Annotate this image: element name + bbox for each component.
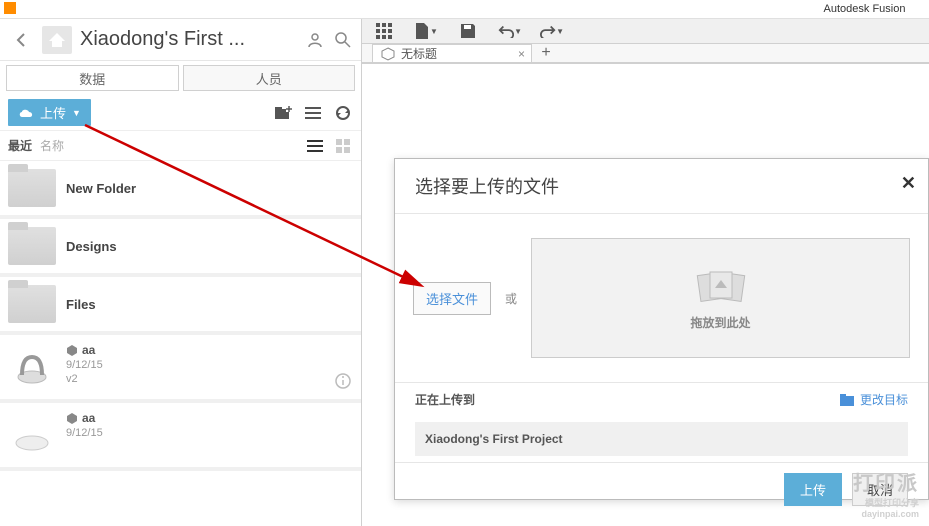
close-icon[interactable]: × — [518, 47, 525, 61]
chevron-down-icon: ▼ — [72, 108, 81, 118]
grid-view-icon[interactable] — [333, 136, 353, 156]
watermark: 打印派 模型打印分享 dayinpai.com — [853, 467, 919, 519]
folder-icon — [8, 285, 56, 323]
tab-people[interactable]: 人员 — [183, 65, 356, 91]
cube-icon — [381, 47, 395, 61]
sort-recent[interactable]: 最近 — [8, 137, 32, 154]
folder-name: Designs — [66, 239, 353, 254]
sort-name[interactable]: 名称 — [40, 137, 64, 154]
ribbon-model[interactable]: 模型 ▼ — [372, 63, 432, 64]
app-title: Autodesk Fusion — [824, 3, 906, 15]
undo-icon[interactable]: ▼ — [498, 19, 522, 43]
ribbon-create[interactable]: Txt 创建 ▼ — [452, 63, 512, 64]
drop-zone-label: 拖放到此处 — [691, 314, 751, 331]
folder-row[interactable]: New Folder — [0, 161, 361, 219]
ribbon: 模型 ▼ Txt 创建 ▼ 修改 ▼ 装配 ▼ 草图 ▼ — [362, 63, 929, 64]
folder-name: New Folder — [66, 181, 353, 196]
dialog-title: 选择要上传的文件 — [415, 177, 559, 197]
watermark-brand: 打印派 — [853, 467, 919, 496]
document-tab[interactable]: 无标题 × — [372, 44, 532, 62]
folder-icon — [8, 169, 56, 207]
item-name-label: aa — [82, 411, 95, 425]
change-target-link[interactable]: 更改目标 — [840, 391, 908, 408]
folder-name: Files — [66, 297, 353, 312]
save-icon[interactable] — [456, 19, 480, 43]
search-icon[interactable] — [333, 30, 353, 50]
item-thumbnail — [8, 343, 56, 391]
add-tab-icon[interactable]: + — [532, 44, 560, 62]
project-title: Xiaodong's First ... — [80, 28, 297, 51]
upload-confirm-button[interactable]: 上传 — [784, 473, 842, 506]
upload-button[interactable]: 上传 ▼ — [8, 99, 91, 126]
item-version: v2 — [66, 373, 325, 385]
people-icon[interactable] — [305, 30, 325, 50]
upload-dialog: 选择要上传的文件 ✕ 选择文件 或 拖放到此处 正在上传到 更改目标 Xiaod… — [394, 158, 929, 500]
ribbon-inspect[interactable]: 检验 ▼ — [752, 63, 812, 64]
close-icon[interactable]: ✕ — [901, 173, 916, 194]
settings-icon[interactable] — [303, 103, 323, 123]
title-bar: Autodesk Fusion — [0, 0, 929, 18]
destination-path: Xiaodong's First Project — [415, 422, 908, 456]
ribbon-sketch[interactable]: 草图 ▼ — [632, 63, 692, 64]
item-date: 9/12/15 — [66, 427, 353, 439]
ribbon-modify[interactable]: 修改 ▼ — [512, 63, 572, 64]
app-icon — [4, 2, 16, 14]
cloud-upload-icon — [18, 107, 34, 119]
uploading-to-label: 正在上传到 — [415, 391, 475, 408]
watermark-sub: 模型打印分享 — [865, 496, 919, 509]
item-thumbnail — [8, 411, 56, 459]
item-date: 9/12/15 — [66, 359, 325, 371]
or-label: 或 — [505, 290, 517, 307]
new-folder-icon[interactable] — [273, 103, 293, 123]
folder-icon — [8, 227, 56, 265]
refresh-icon[interactable] — [333, 103, 353, 123]
cube-icon — [66, 412, 78, 424]
back-button[interactable] — [8, 27, 34, 53]
design-item[interactable]: aa 9/12/15 — [0, 403, 361, 471]
ribbon-assemble[interactable]: 装配 ▼ — [572, 63, 632, 64]
tab-data[interactable]: 数据 — [6, 65, 179, 91]
folder-change-icon — [840, 394, 856, 406]
data-panel: Xiaodong's First ... 数据 人员 上传 ▼ — [0, 19, 362, 526]
grid-menu-icon[interactable] — [372, 19, 396, 43]
select-file-button[interactable]: 选择文件 — [413, 282, 491, 315]
upload-button-label: 上传 — [40, 103, 66, 122]
drop-zone[interactable]: 拖放到此处 — [531, 238, 910, 358]
watermark-url: dayinpai.com — [861, 509, 919, 519]
design-item[interactable]: aa 9/12/15 v2 — [0, 335, 361, 403]
ribbon-construct[interactable]: 构造 ▼ — [692, 63, 752, 64]
redo-icon[interactable]: ▼ — [540, 19, 564, 43]
folder-row[interactable]: Files — [0, 277, 361, 335]
doc-tab-title: 无标题 — [401, 45, 437, 62]
list-view-icon[interactable] — [305, 136, 325, 156]
item-name-label: aa — [82, 343, 95, 357]
file-menu-icon[interactable]: ▼ — [414, 19, 438, 43]
main-toolbar: ▼ ▼ ▼ — [362, 19, 929, 44]
home-icon-button[interactable] — [42, 26, 72, 54]
files-icon — [693, 266, 749, 306]
folder-row[interactable]: Designs — [0, 219, 361, 277]
cube-icon — [66, 344, 78, 356]
info-icon[interactable] — [335, 373, 353, 391]
